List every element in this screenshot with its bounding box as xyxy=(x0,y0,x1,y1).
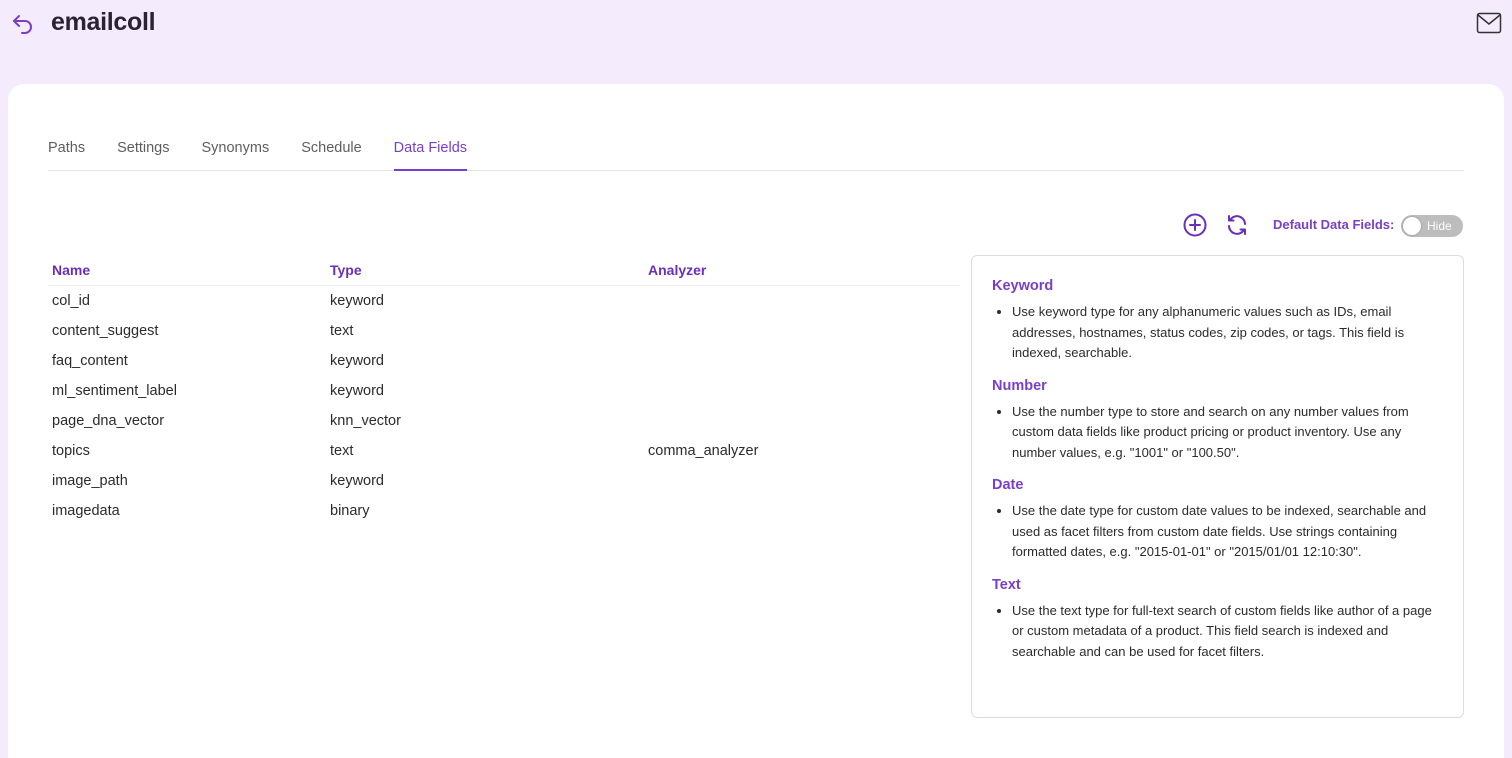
column-header-analyzer[interactable]: Analyzer xyxy=(644,258,960,285)
help-text: Use the date type for custom date values… xyxy=(1012,501,1443,563)
help-heading: Text xyxy=(992,576,1021,593)
tab-settings[interactable]: Settings xyxy=(117,138,169,171)
toggle-label: Hide xyxy=(1427,219,1452,233)
help-section-keyword: Keyword Use keyword type for any alphanu… xyxy=(992,278,1443,364)
table-row[interactable]: topics text comma_analyzer xyxy=(48,436,960,466)
table-row[interactable]: content_suggest text xyxy=(48,316,960,346)
field-name: ml_sentiment_label xyxy=(52,383,177,399)
field-type: keyword xyxy=(330,473,384,489)
refresh-icon[interactable] xyxy=(1224,212,1250,238)
table-row[interactable]: imagedata binary xyxy=(48,496,960,526)
plus-circle-icon[interactable] xyxy=(1182,212,1208,238)
undo-arrow-icon[interactable] xyxy=(10,10,36,36)
tab-paths[interactable]: Paths xyxy=(48,138,85,171)
column-header-name[interactable]: Name xyxy=(48,258,326,285)
tab-schedule[interactable]: Schedule xyxy=(301,138,361,171)
field-type: binary xyxy=(330,503,370,519)
table-row[interactable]: col_id keyword xyxy=(48,286,960,316)
field-name: col_id xyxy=(52,293,90,309)
help-section-number: Number Use the number type to store and … xyxy=(992,378,1443,464)
default-fields-toggle[interactable]: Hide xyxy=(1401,215,1463,237)
help-text: Use the number type to store and search … xyxy=(1012,402,1443,464)
table-row[interactable]: ml_sentiment_label keyword xyxy=(48,376,960,406)
content-card: Paths Settings Synonyms Schedule Data Fi… xyxy=(8,84,1504,758)
field-type: keyword xyxy=(330,353,384,369)
toggle-knob xyxy=(1403,217,1421,235)
field-analyzer: comma_analyzer xyxy=(648,443,759,459)
default-data-fields-label: Default Data Fields: xyxy=(1273,217,1395,232)
help-section-text: Text Use the text type for full-text sea… xyxy=(992,577,1443,663)
envelope-icon[interactable] xyxy=(1476,12,1502,34)
table-toolbar: Default Data Fields: Hide xyxy=(1180,212,1470,238)
help-heading: Date xyxy=(992,477,1024,493)
field-name: imagedata xyxy=(52,503,120,519)
table-header: Name Type Analyzer xyxy=(48,258,960,286)
tab-synonyms[interactable]: Synonyms xyxy=(202,138,270,171)
field-type: text xyxy=(330,443,354,459)
tab-bar: Paths Settings Synonyms Schedule Data Fi… xyxy=(48,138,1464,171)
help-heading: Keyword xyxy=(992,278,1054,294)
help-heading: Number xyxy=(992,377,1047,394)
page-title: emailcoll xyxy=(51,8,156,36)
data-fields-table: Name Type Analyzer col_id keyword conten… xyxy=(48,258,960,526)
field-type: text xyxy=(330,323,354,339)
table-row[interactable]: image_path keyword xyxy=(48,466,960,496)
field-type: keyword xyxy=(330,383,384,399)
field-name: faq_content xyxy=(52,353,128,369)
field-name: topics xyxy=(52,443,90,459)
table-row[interactable]: faq_content keyword xyxy=(48,346,960,376)
top-bar: emailcoll xyxy=(0,0,1512,84)
help-text: Use the text type for full-text search o… xyxy=(1012,601,1443,663)
tab-data-fields[interactable]: Data Fields xyxy=(393,138,468,171)
table-row[interactable]: page_dna_vector knn_vector xyxy=(48,406,960,436)
field-type-help-panel: Keyword Use keyword type for any alphanu… xyxy=(971,255,1464,718)
field-name: image_path xyxy=(52,473,128,489)
field-name: content_suggest xyxy=(52,323,159,339)
column-header-type[interactable]: Type xyxy=(326,258,644,285)
help-text: Use keyword type for any alphanumeric va… xyxy=(1012,302,1443,364)
field-type: knn_vector xyxy=(330,413,401,429)
field-name: page_dna_vector xyxy=(52,413,165,429)
field-type: keyword xyxy=(330,293,384,309)
help-section-date: Date Use the date type for custom date v… xyxy=(992,477,1443,563)
